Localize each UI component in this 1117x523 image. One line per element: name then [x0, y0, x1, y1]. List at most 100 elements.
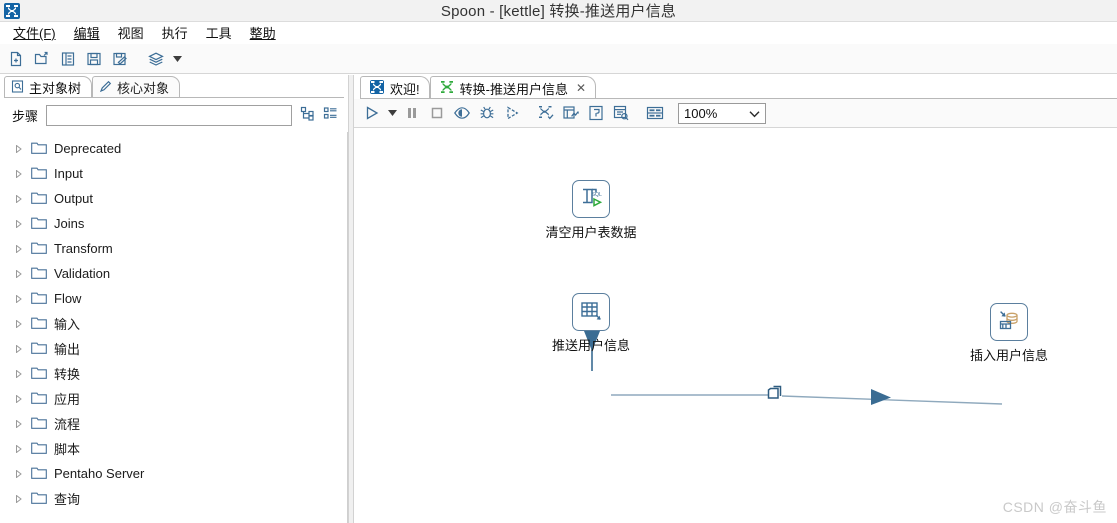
chevron-right-icon[interactable] — [14, 169, 24, 178]
tree-item[interactable]: 输出 — [0, 336, 347, 361]
tree-item[interactable]: Joins — [0, 211, 347, 236]
explorer-tab-label-1: 主对象树 — [29, 81, 82, 96]
chevron-right-icon[interactable] — [14, 194, 24, 203]
step-search-row: 步骤 — [0, 98, 348, 132]
tree-item[interactable]: 输入 — [0, 311, 347, 336]
tree-item[interactable]: Validation — [0, 261, 347, 286]
folder-icon — [31, 266, 47, 282]
tree-item[interactable]: Output — [0, 186, 347, 211]
chevron-right-icon[interactable] — [14, 469, 24, 478]
node-icon-box[interactable]: SQL — [572, 180, 610, 218]
menu-tools[interactable]: 工具 — [197, 21, 241, 44]
chevron-right-icon[interactable] — [14, 294, 24, 303]
save-as-button[interactable] — [108, 47, 132, 71]
object-tree[interactable]: Deprecated Input Output Joins Transform … — [0, 132, 348, 523]
canvas-node[interactable]: 插入用户信息 — [959, 303, 1059, 364]
run-button[interactable] — [360, 101, 384, 125]
editor-tab-welcome[interactable]: 欢迎! — [360, 76, 430, 99]
stop-button[interactable] — [425, 101, 449, 125]
editor-tab-label-welcome: 欢迎! — [390, 81, 420, 97]
chevron-right-icon[interactable] — [14, 319, 24, 328]
log-button[interactable] — [609, 101, 633, 125]
tree-item-label: Pentaho Server — [54, 466, 145, 481]
save-button[interactable] — [82, 47, 106, 71]
sql-button[interactable] — [584, 101, 608, 125]
tree-item[interactable]: Transform — [0, 236, 347, 261]
tree-item[interactable]: Deprecated — [0, 136, 347, 161]
step-search-label: 步骤 — [12, 108, 39, 124]
tree-item-label: Transform — [54, 241, 113, 256]
tree-item-label: 转换 — [54, 367, 81, 382]
perspective-button[interactable] — [144, 47, 168, 71]
close-icon[interactable]: ✕ — [576, 81, 586, 95]
tree-item[interactable]: 应用 — [0, 386, 347, 411]
chevron-right-icon[interactable] — [14, 419, 24, 428]
debug-button[interactable] — [475, 101, 499, 125]
main-body: 主对象树 核心对象 步骤 Deprecated Input Output Joi… — [0, 75, 1117, 523]
run-options-dropdown[interactable] — [385, 101, 399, 125]
tree-item-label: Output — [54, 191, 94, 206]
chevron-right-icon[interactable] — [14, 144, 24, 153]
tree-item[interactable]: 查询 — [0, 486, 347, 511]
pause-button[interactable] — [400, 101, 424, 125]
list-view-icon[interactable] — [323, 106, 338, 124]
chevron-down-icon[interactable] — [749, 106, 760, 121]
explorer-tab-core-objects[interactable]: 核心对象 — [92, 76, 181, 98]
tree-item[interactable]: Input — [0, 161, 347, 186]
arrange-button[interactable] — [643, 101, 667, 125]
editor-tab-transformation[interactable]: 转换-推送用户信息 ✕ — [429, 76, 597, 99]
chevron-right-icon[interactable] — [14, 369, 24, 378]
welcome-icon — [370, 79, 384, 97]
perspective-dropdown[interactable] — [170, 47, 184, 71]
chevron-right-icon[interactable] — [14, 444, 24, 453]
tree-item[interactable]: Pentaho Server — [0, 461, 347, 486]
folder-icon — [31, 191, 47, 207]
chevron-right-icon[interactable] — [14, 269, 24, 278]
tree-item[interactable]: 流程 — [0, 411, 347, 436]
node-icon-box[interactable] — [990, 303, 1028, 341]
chevron-right-icon[interactable] — [14, 494, 24, 503]
transformation-canvas[interactable]: SQL 清空用户表数据 推送用户信息 插入用户信息 CSDN @奋斗鱼 — [354, 128, 1117, 523]
canvas-node[interactable]: SQL 清空用户表数据 — [541, 180, 641, 241]
search-input[interactable] — [46, 104, 292, 126]
folder-icon — [31, 466, 47, 482]
folder-icon — [31, 491, 47, 507]
node-icon-box[interactable] — [572, 293, 610, 331]
node-label: 插入用户信息 — [969, 348, 1048, 363]
zoom-value: 100% — [684, 105, 718, 121]
menu-edit[interactable]: 编辑 — [65, 21, 109, 44]
chevron-right-icon[interactable] — [14, 219, 24, 228]
preview-button[interactable] — [450, 101, 474, 125]
tree-item-label: Input — [54, 166, 83, 181]
tree-item[interactable]: 脚本 — [0, 436, 347, 461]
folder-icon — [31, 166, 47, 182]
menu-run[interactable]: 执行 — [153, 21, 197, 44]
chevron-right-icon[interactable] — [14, 344, 24, 353]
menu-help[interactable]: 整助 — [241, 21, 285, 44]
folder-icon — [31, 241, 47, 257]
new-button[interactable] — [4, 47, 28, 71]
replay-button[interactable] — [500, 101, 524, 125]
explorer-button[interactable] — [56, 47, 80, 71]
chevron-right-icon[interactable] — [14, 244, 24, 253]
explorer-tab-main-object-tree[interactable]: 主对象树 — [4, 76, 93, 98]
tree-item-label: Joins — [54, 216, 85, 231]
verify-button[interactable] — [534, 101, 558, 125]
tree-item[interactable]: 转换 — [0, 361, 347, 386]
tree-view-icon[interactable] — [300, 106, 315, 124]
chevron-right-icon[interactable] — [14, 394, 24, 403]
tree-item-label: Validation — [54, 266, 111, 281]
object-tree-icon — [11, 79, 24, 96]
explorer-pane: 主对象树 核心对象 步骤 Deprecated Input Output Joi… — [0, 75, 348, 523]
menu-view[interactable]: 视图 — [109, 21, 153, 44]
title-bar: Spoon - [kettle] 转换-推送用户信息 — [0, 0, 1117, 22]
tree-item[interactable]: Flow — [0, 286, 347, 311]
pencil-icon — [99, 80, 112, 96]
zoom-select[interactable]: 100% — [678, 102, 766, 124]
menu-file[interactable]: 文件(F) — [4, 21, 65, 44]
impact-button[interactable] — [559, 101, 583, 125]
open-button[interactable] — [30, 47, 54, 71]
canvas-node[interactable]: 推送用户信息 — [541, 293, 641, 354]
tree-item-label: 查询 — [54, 492, 81, 507]
folder-icon — [31, 316, 47, 332]
